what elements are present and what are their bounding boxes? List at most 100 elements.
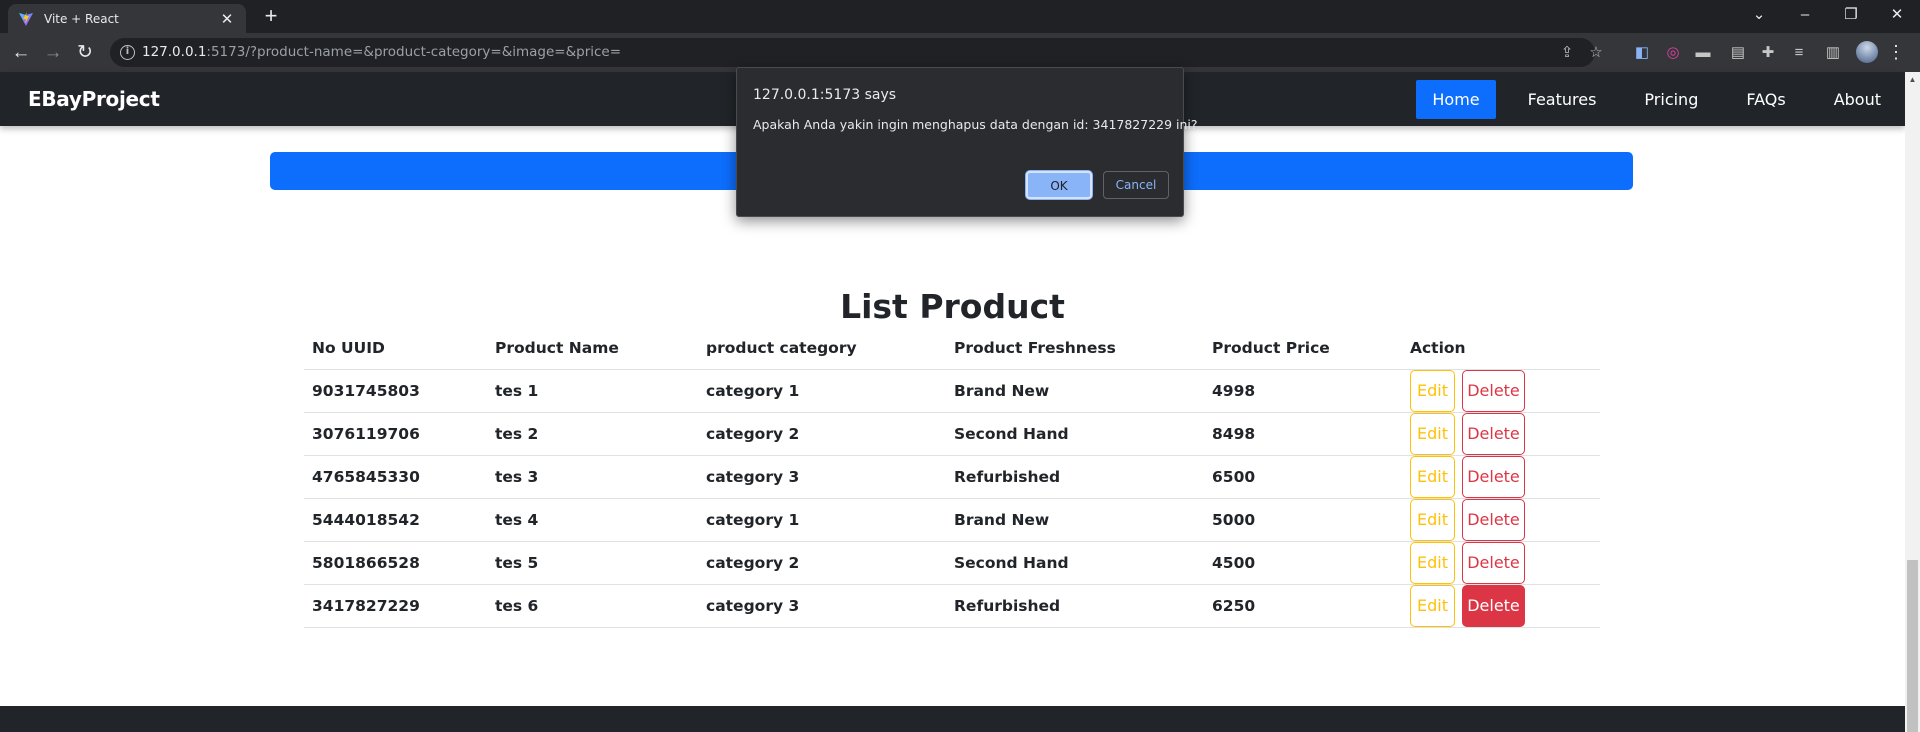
browser-tab-strip: Vite + React ✕ + ⌄ – ❐ ✕ <box>0 0 1920 33</box>
page-scrollbar[interactable]: ▲ <box>1905 72 1920 732</box>
extensions-puzzle-icon[interactable]: ✚ <box>1758 43 1778 63</box>
forward-icon[interactable]: → <box>39 39 67 67</box>
cell-actions: Edit Delete <box>1402 584 1600 628</box>
edit-button[interactable]: Edit <box>1410 412 1455 455</box>
header-uuid: No UUID <box>304 328 487 370</box>
cell-category: category 2 <box>698 541 946 585</box>
cell-name: tes 3 <box>487 455 698 499</box>
extension-circle-icon[interactable]: ◎ <box>1663 43 1683 63</box>
cell-freshness: Refurbished <box>946 584 1204 628</box>
nav-links: Home Features Pricing FAQs About <box>1416 80 1897 119</box>
edit-button[interactable]: Edit <box>1410 455 1455 498</box>
edit-button[interactable]: Edit <box>1410 369 1455 412</box>
table-row: 4765845330 tes 3 category 3 Refurbished … <box>304 455 1600 499</box>
delete-button[interactable]: Delete <box>1462 584 1525 627</box>
cell-freshness: Brand New <box>946 369 1204 413</box>
extension-doc-icon[interactable]: ▤ <box>1728 43 1748 63</box>
cell-actions: Edit Delete <box>1402 498 1600 542</box>
cell-price: 8498 <box>1204 412 1402 456</box>
edit-button[interactable]: Edit <box>1410 541 1455 584</box>
back-icon[interactable]: ← <box>7 39 35 67</box>
minimize-icon[interactable]: – <box>1782 0 1828 33</box>
header-product-freshness: Product Freshness <box>946 328 1204 370</box>
cell-uuid: 4765845330 <box>304 455 487 499</box>
confirm-dialog: 127.0.0.1:5173 says Apakah Anda yakin in… <box>736 67 1198 217</box>
cell-actions: Edit Delete <box>1402 455 1600 499</box>
header-product-category: product category <box>698 328 946 370</box>
dialog-title: 127.0.0.1:5173 says <box>753 87 897 103</box>
cell-name: tes 4 <box>487 498 698 542</box>
header-product-price: Product Price <box>1204 328 1402 370</box>
close-window-icon[interactable]: ✕ <box>1874 0 1920 33</box>
bookmark-star-icon[interactable]: ☆ <box>1585 42 1607 64</box>
delete-button[interactable]: Delete <box>1462 455 1525 498</box>
dialog-message: Apakah Anda yakin ingin menghapus data d… <box>753 117 1198 132</box>
tab-close-icon[interactable]: ✕ <box>218 10 236 28</box>
cell-freshness: Brand New <box>946 498 1204 542</box>
site-info-icon[interactable]: i <box>120 45 135 60</box>
cell-uuid: 9031745803 <box>304 369 487 413</box>
cell-actions: Edit Delete <box>1402 412 1600 456</box>
translate-extension-icon[interactable]: ◧ <box>1632 43 1652 63</box>
header-action: Action <box>1402 328 1600 370</box>
brand-logo[interactable]: EBayProject <box>28 87 160 111</box>
edit-button[interactable]: Edit <box>1410 584 1455 627</box>
table-row: 3417827229 tes 6 category 3 Refurbished … <box>304 584 1600 628</box>
delete-button[interactable]: Delete <box>1462 369 1525 412</box>
url-text: 127.0.0.1:5173/?product-name=&product-ca… <box>142 44 622 60</box>
table-row: 5444018542 tes 4 category 1 Brand New 50… <box>304 498 1600 542</box>
ok-button[interactable]: OK <box>1026 171 1092 199</box>
cancel-button[interactable]: Cancel <box>1103 171 1169 199</box>
scroll-thumb[interactable] <box>1907 560 1918 732</box>
browser-menu-icon[interactable]: ⋮ <box>1886 41 1906 63</box>
cell-name: tes 1 <box>487 369 698 413</box>
cell-price: 5000 <box>1204 498 1402 542</box>
new-tab-icon[interactable]: + <box>258 3 284 29</box>
header-product-name: Product Name <box>487 328 698 370</box>
cell-actions: Edit Delete <box>1402 369 1600 413</box>
share-icon[interactable]: ⇪ <box>1556 42 1578 64</box>
edit-button[interactable]: Edit <box>1410 498 1455 541</box>
cell-uuid: 3076119706 <box>304 412 487 456</box>
cell-actions: Edit Delete <box>1402 541 1600 585</box>
cell-name: tes 6 <box>487 584 698 628</box>
nav-features[interactable]: Features <box>1512 80 1613 119</box>
cell-category: category 3 <box>698 584 946 628</box>
cell-uuid: 5801866528 <box>304 541 487 585</box>
nav-faqs[interactable]: FAQs <box>1730 80 1801 119</box>
page-footer <box>0 706 1905 732</box>
browser-tab[interactable]: Vite + React ✕ <box>8 4 246 33</box>
delete-button[interactable]: Delete <box>1462 498 1525 541</box>
cell-category: category 3 <box>698 455 946 499</box>
product-table: No UUID Product Name product category Pr… <box>304 328 1600 628</box>
address-bar[interactable]: i 127.0.0.1:5173/?product-name=&product-… <box>110 38 1603 67</box>
delete-button[interactable]: Delete <box>1462 541 1525 584</box>
cell-uuid: 3417827229 <box>304 584 487 628</box>
cell-category: category 1 <box>698 369 946 413</box>
cell-category: category 1 <box>698 498 946 542</box>
reading-list-icon[interactable]: ≡ <box>1789 43 1809 63</box>
extension-dark-icon[interactable]: ▬ <box>1693 43 1713 63</box>
cell-name: tes 5 <box>487 541 698 585</box>
list-title: List Product <box>840 287 1065 326</box>
tab-title: Vite + React <box>44 11 119 26</box>
reload-icon[interactable]: ↻ <box>71 39 99 67</box>
cell-freshness: Second Hand <box>946 412 1204 456</box>
table-header-row: No UUID Product Name product category Pr… <box>304 328 1600 370</box>
profile-avatar[interactable] <box>1856 41 1878 63</box>
cell-name: tes 2 <box>487 412 698 456</box>
cell-uuid: 5444018542 <box>304 498 487 542</box>
cell-price: 6250 <box>1204 584 1402 628</box>
tab-search-icon[interactable]: ⌄ <box>1736 0 1782 33</box>
nav-pricing[interactable]: Pricing <box>1628 80 1714 119</box>
cell-price: 6500 <box>1204 455 1402 499</box>
delete-button[interactable]: Delete <box>1462 412 1525 455</box>
nav-home[interactable]: Home <box>1416 80 1496 119</box>
nav-about[interactable]: About <box>1818 80 1897 119</box>
cell-category: category 2 <box>698 412 946 456</box>
restore-icon[interactable]: ❐ <box>1828 0 1874 33</box>
cell-price: 4500 <box>1204 541 1402 585</box>
table-row: 3076119706 tes 2 category 2 Second Hand … <box>304 412 1600 456</box>
scroll-up-arrow-icon[interactable]: ▲ <box>1905 72 1920 87</box>
side-panel-icon[interactable]: ▥ <box>1823 43 1843 63</box>
